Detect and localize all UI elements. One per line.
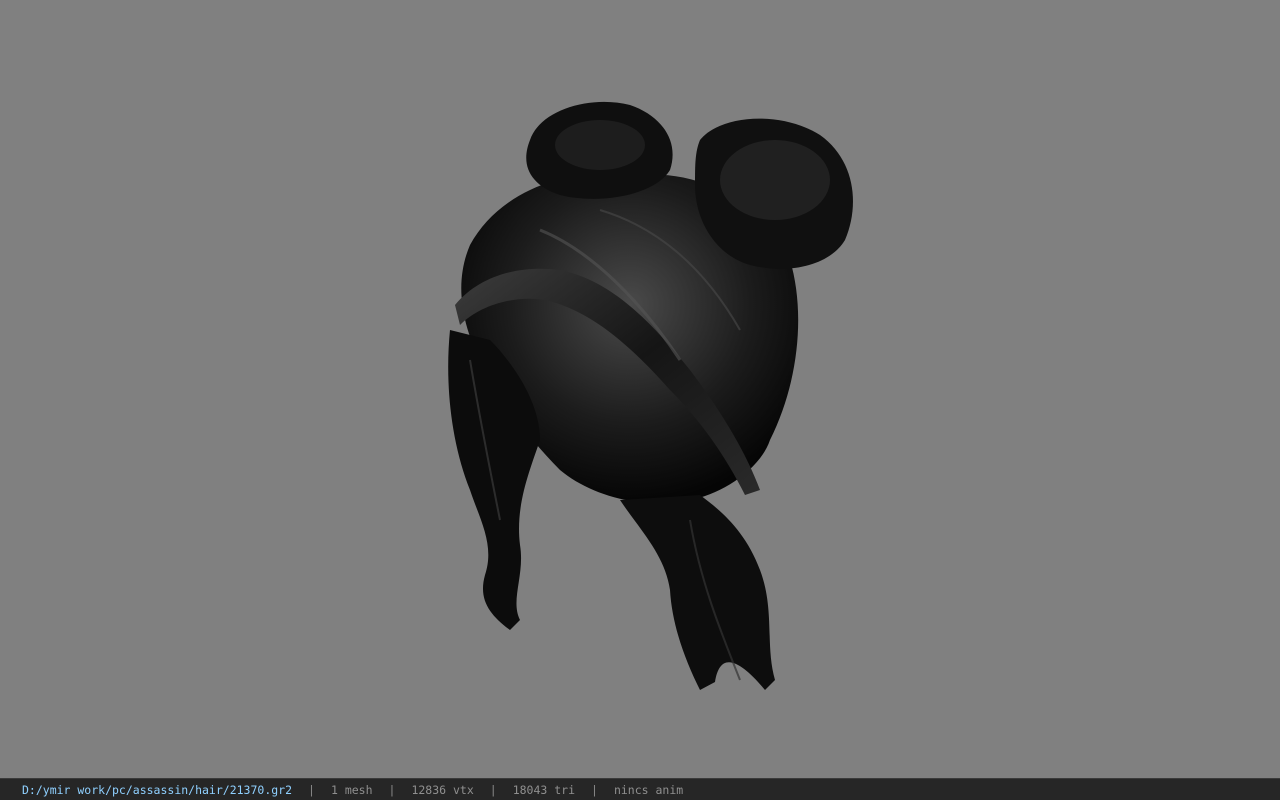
separator: | xyxy=(388,782,396,797)
vertex-count: 12836 vtx xyxy=(411,782,474,797)
separator: | xyxy=(489,782,497,797)
hair-right-strand xyxy=(620,495,775,690)
animation-status: nincs anim xyxy=(613,782,684,797)
hair-mesh-model[interactable] xyxy=(0,0,1280,778)
separator: | xyxy=(591,782,598,797)
mesh-count: 1 mesh xyxy=(330,782,373,797)
status-bar: D:/ymir work/pc/assassin/hair/21370.gr2 … xyxy=(0,778,1280,800)
3d-viewport[interactable] xyxy=(0,0,1280,778)
model-path: D:/ymir work/pc/assassin/hair/21370.gr2 xyxy=(22,782,293,797)
separator: | xyxy=(308,782,315,797)
triangle-count: 18043 tri xyxy=(512,782,576,797)
